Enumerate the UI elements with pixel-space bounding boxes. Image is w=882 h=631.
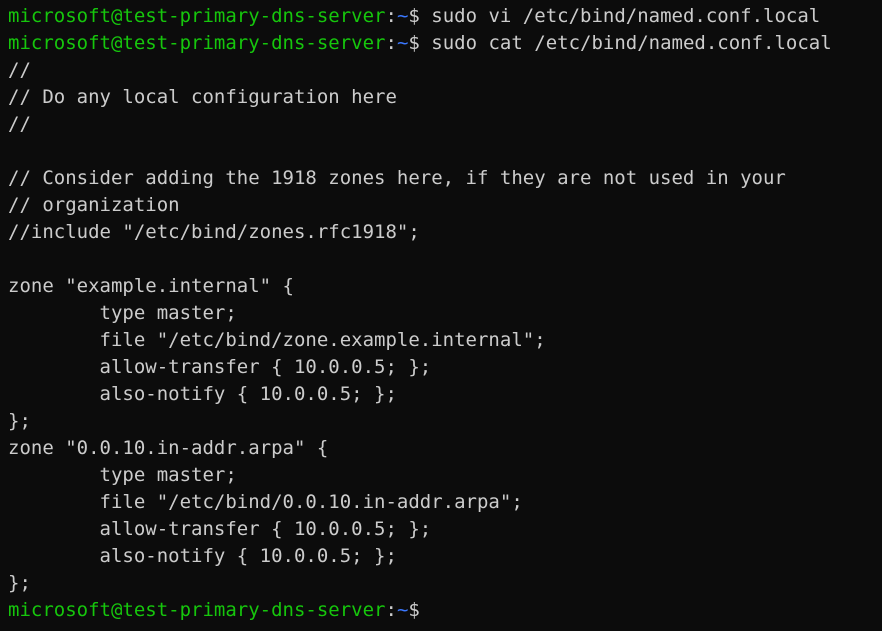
- active-prompt-line[interactable]: microsoft@test-primary-dns-server:~$: [8, 597, 882, 624]
- command-text: sudo vi /etc/bind/named.conf.local: [419, 5, 821, 27]
- output-line: // Consider adding the 1918 zones here, …: [8, 167, 786, 189]
- output-line: allow-transfer { 10.0.0.5; };: [8, 518, 432, 540]
- prompt-symbol: $: [408, 599, 420, 621]
- prompt-colon: :: [385, 32, 397, 54]
- prompt-symbol: $: [408, 5, 420, 27]
- prompt-path: ~: [396, 599, 409, 621]
- output-line: };: [8, 572, 31, 594]
- prompt-path: ~: [396, 5, 409, 27]
- command-text: sudo cat /etc/bind/named.conf.local: [419, 32, 832, 54]
- output-line: allow-transfer { 10.0.0.5; };: [8, 356, 432, 378]
- prompt-symbol: $: [408, 32, 420, 54]
- command-line-2: microsoft@test-primary-dns-server:~$ sud…: [8, 30, 882, 57]
- terminal-window[interactable]: microsoft@test-primary-dns-server:~$ sud…: [0, 0, 882, 631]
- output-line: type master;: [8, 302, 237, 324]
- prompt-user-host: microsoft@test-primary-dns-server: [8, 599, 386, 621]
- output-line: zone "example.internal" {: [8, 275, 294, 297]
- output-line: file "/etc/bind/zone.example.internal";: [8, 329, 546, 351]
- output-line: zone "0.0.10.in-addr.arpa" {: [8, 437, 329, 459]
- output-line: // Do any local configuration here: [8, 86, 397, 108]
- output-line: //: [8, 59, 31, 81]
- prompt-path: ~: [396, 32, 409, 54]
- prompt-colon: :: [385, 599, 397, 621]
- output-line: type master;: [8, 464, 237, 486]
- command-line-1: microsoft@test-primary-dns-server:~$ sud…: [8, 3, 882, 30]
- output-line: };: [8, 410, 31, 432]
- output-line: also-notify { 10.0.0.5; };: [8, 545, 397, 567]
- output-line: // organization: [8, 194, 180, 216]
- output-line: also-notify { 10.0.0.5; };: [8, 383, 397, 405]
- output-line: //: [8, 113, 31, 135]
- prompt-colon: :: [385, 5, 397, 27]
- output-line: //include "/etc/bind/zones.rfc1918";: [8, 221, 420, 243]
- prompt-user-host: microsoft@test-primary-dns-server: [8, 32, 386, 54]
- prompt-user-host: microsoft@test-primary-dns-server: [8, 5, 386, 27]
- output-line: file "/etc/bind/0.0.10.in-addr.arpa";: [8, 491, 523, 513]
